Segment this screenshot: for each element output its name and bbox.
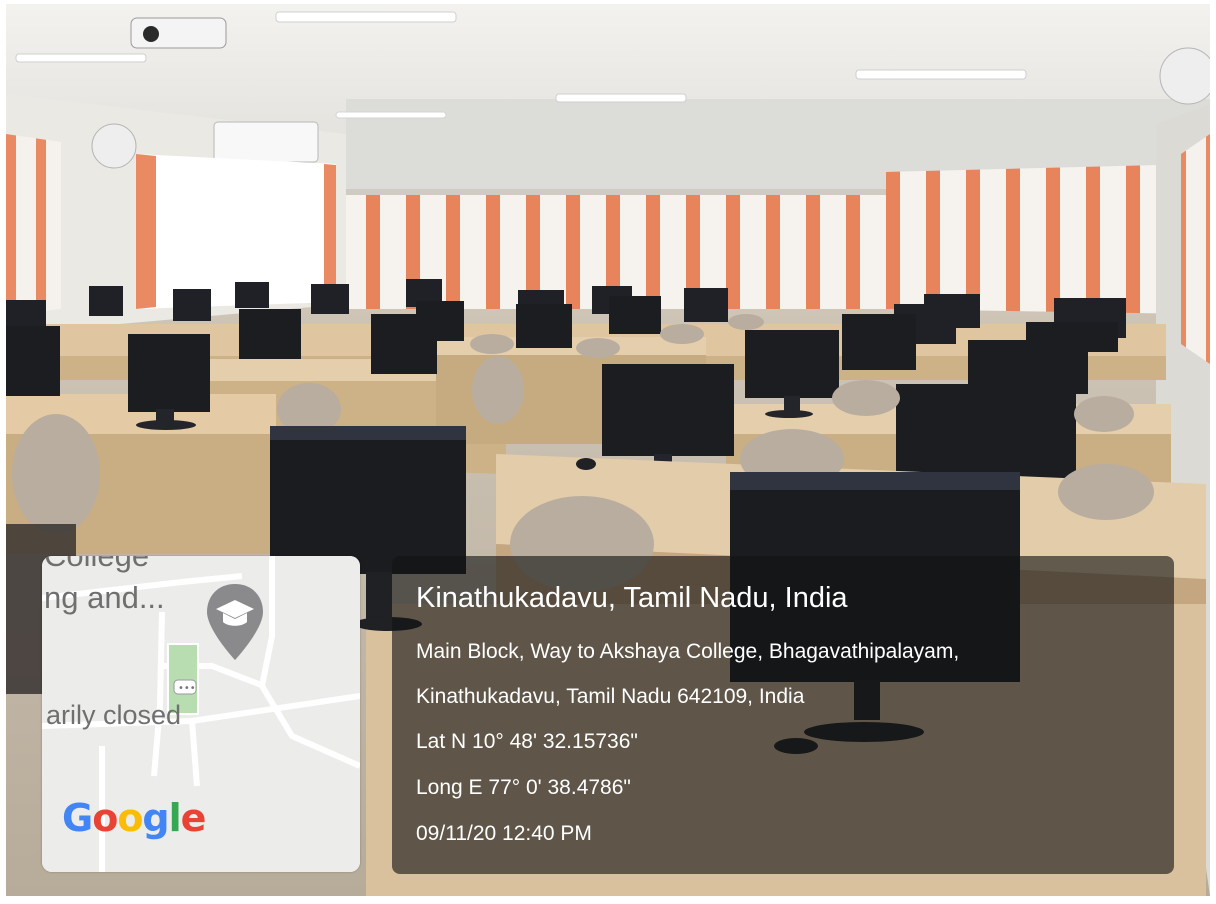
graduation-cap-pin-icon [207,584,263,660]
address-line-1: Main Block, Way to Akshaya College, Bhag… [416,640,960,663]
location-title: Kinathukadavu, Tamil Nadu, India [416,582,848,614]
location-info-panel: Kinathukadavu, Tamil Nadu, India Main Bl… [392,556,1174,874]
map-place-label-top: College [44,556,149,574]
map-thumbnail[interactable]: ••• College ng and... arily closed Googl… [42,556,360,872]
timestamp-text: 09/11/20 12:40 PM [416,822,592,845]
photo-frame: ••• College ng and... arily closed Googl… [6,4,1210,896]
longitude-text: Long E 77° 0' 38.4786" [416,776,631,799]
svg-text:•••: ••• [178,683,196,694]
latitude-text: Lat N 10° 48' 32.15736" [416,730,638,753]
map-place-label-name: ng and... [44,580,165,615]
address-line-2: Kinathukadavu, Tamil Nadu 642109, India [416,685,805,708]
google-logo: Google [62,796,206,840]
map-place-status: arily closed [46,700,182,730]
